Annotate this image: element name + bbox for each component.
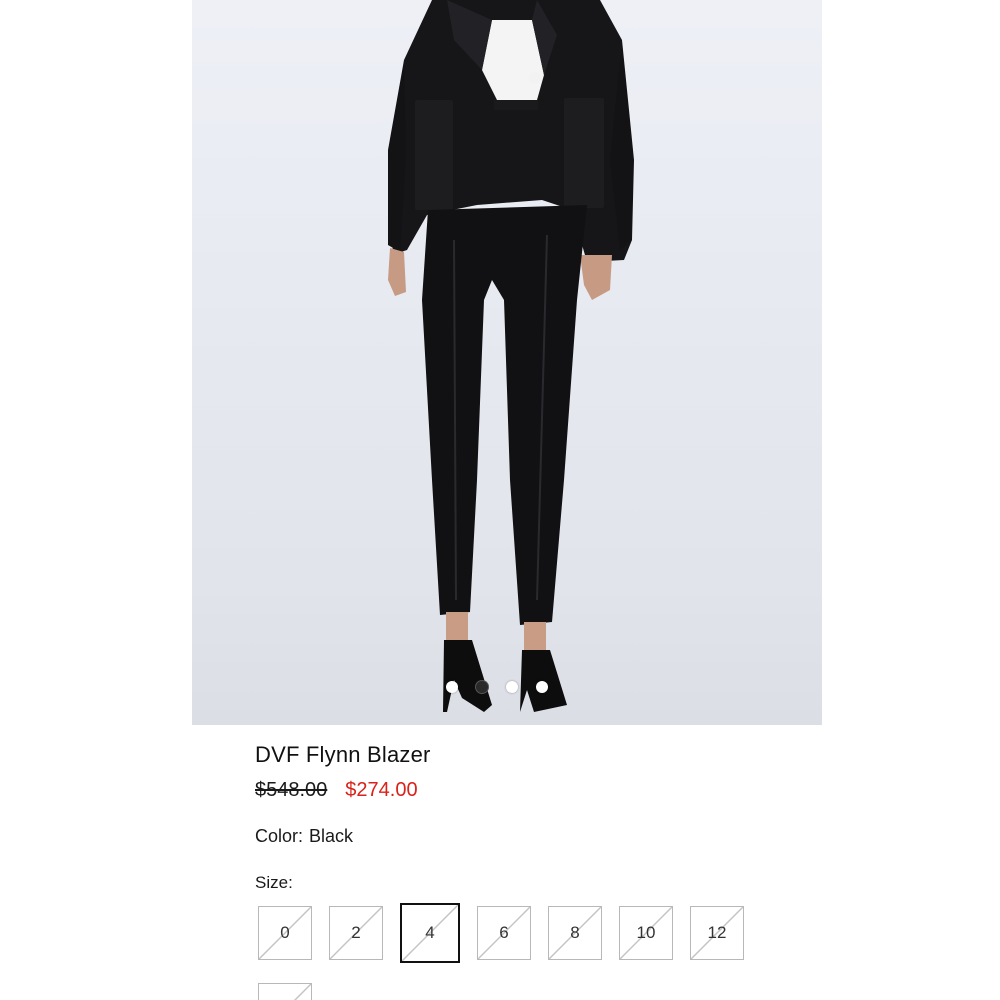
unavailable-slash-icon	[259, 984, 311, 1000]
model-illustration	[388, 0, 634, 712]
carousel-dot[interactable]	[506, 681, 518, 693]
size-option-label: 12	[707, 923, 727, 942]
size-selector: 0 2 4 6 8 10 12 14	[258, 903, 798, 1000]
sale-price: $274.00	[345, 779, 418, 801]
size-option-14[interactable]: 14	[258, 983, 312, 1000]
size-option-label: 4	[425, 923, 435, 942]
color-value: Black	[309, 826, 354, 846]
size-option-6[interactable]: 6	[477, 906, 531, 960]
size-option-label: 2	[351, 923, 361, 942]
original-price: $548.00	[255, 779, 328, 801]
size-option-12[interactable]: 12	[690, 906, 744, 960]
carousel-dot[interactable]	[476, 681, 488, 693]
product-image[interactable]	[192, 0, 822, 725]
carousel-dot[interactable]	[536, 681, 548, 693]
price-row: $548.00 $274.00	[255, 779, 418, 802]
size-option-10[interactable]: 10	[619, 906, 673, 960]
color-label: Color:	[255, 826, 304, 846]
size-option-label: 10	[636, 923, 656, 942]
size-option-4[interactable]: 4	[400, 903, 460, 963]
size-option-label: 6	[499, 923, 509, 942]
product-title: DVF Flynn Blazer	[255, 742, 431, 767]
product-page: DVF Flynn Blazer $548.00 $274.00 Color: …	[0, 0, 1000, 1000]
carousel-dots	[446, 681, 548, 693]
size-option-0[interactable]: 0	[258, 906, 312, 960]
size-label: Size:	[255, 873, 293, 892]
size-option-label: 0	[280, 923, 290, 942]
color-row: Color: Black	[255, 826, 353, 847]
size-option-8[interactable]: 8	[548, 906, 602, 960]
size-option-2[interactable]: 2	[329, 906, 383, 960]
carousel-dot[interactable]	[446, 681, 458, 693]
size-option-label: 8	[570, 923, 580, 942]
